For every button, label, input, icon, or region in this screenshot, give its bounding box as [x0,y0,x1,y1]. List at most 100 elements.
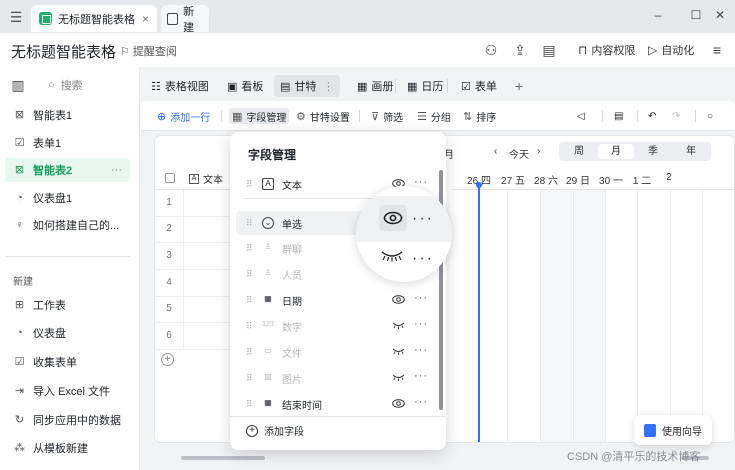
new-collect-form[interactable]: ☑ 收集表单 [5,350,130,374]
scale-week[interactable]: 周 [561,144,597,159]
tab-new[interactable]: 新建 [161,5,209,34]
field-row-date[interactable]: ⠿ ▦ 日期 ··· [236,288,440,312]
add-row-button[interactable]: ⊕ 添加一行 [157,108,210,124]
tab-untitled-smart-table[interactable]: 无标题智能表格 × [31,5,157,32]
tab-kanban[interactable]: ▣ 看板 [221,75,269,97]
add-field-button[interactable]: + 添加字段 [246,423,304,438]
close-window-button[interactable]: ✕ [712,8,728,22]
maximize-button[interactable]: ☐ [688,8,704,22]
item-more-icon[interactable]: ··· [111,164,122,176]
field-row-image[interactable]: ⠿ ▨ 图片 ··· [236,366,440,390]
field-row-end-time[interactable]: ⠿ ▦ 结束时间 ··· [236,392,440,416]
document-title[interactable]: 无标题智能表格 [11,41,116,62]
drag-handle-icon[interactable]: ⠿ [246,218,254,229]
sync-app-data[interactable]: ↻ 同步应用中的数据 [5,408,130,432]
field-more-icon[interactable]: ··· [414,370,428,382]
browser-tab-strip: ☰ 无标题智能表格 × 新建 – ☐ ✕ [0,0,735,34]
permission-button[interactable]: ⊓ 内容权限 [578,42,635,58]
eye-icon[interactable] [392,399,405,408]
undo-icon[interactable]: ↶ [648,108,656,124]
sort-button[interactable]: ⇅ 排序 [463,108,496,124]
field-more-icon[interactable]: ··· [414,396,428,408]
add-field-label: 添加字段 [264,427,304,438]
plus-circle-icon: ⊕ [157,110,167,123]
new-item-label: 从模板新建 [33,443,88,455]
share-icon[interactable]: ⇪ [511,41,529,59]
close-tab-icon[interactable]: × [142,12,149,26]
more-menu-icon[interactable]: ≡ [708,41,726,59]
comment-icon[interactable]: ▤ [540,41,558,59]
announce-icon[interactable]: ◁ [577,108,585,124]
field-more-icon[interactable]: ··· [414,292,428,304]
filter-button[interactable]: ⊽ 筛选 [371,108,403,124]
play-circle-icon: ▷ [648,43,658,57]
field-more-icon[interactable]: ··· [414,176,428,188]
gantt-settings-button[interactable]: ⚙ 甘特设置 [296,108,350,124]
sidebar-item-smart-table-1[interactable]: ⊠ 智能表1 [5,103,130,127]
add-row-icon[interactable]: + [161,353,174,366]
next-period-icon[interactable]: › [537,146,540,157]
drag-handle-icon[interactable]: ⠿ [246,269,254,280]
select-all-checkbox[interactable] [165,173,175,183]
field-row-file[interactable]: ⠿ ▭ 文件 ··· [236,340,440,364]
add-view-button[interactable]: + [509,75,529,97]
field-manage-button[interactable]: ▦ 字段管理 [229,108,290,124]
eye-closed-icon[interactable] [392,373,405,382]
field-more-icon[interactable]: ··· [414,318,428,330]
scale-quarter[interactable]: 季 [635,144,671,159]
sidebar-search[interactable]: ○ 搜索 [48,77,83,93]
drag-handle-icon[interactable]: ⠿ [246,373,254,384]
tab-more-icon[interactable]: ⋮ [323,80,334,93]
tab-album[interactable]: ▦ 画册 [351,75,399,97]
drag-handle-icon[interactable]: ⠿ [246,399,254,410]
sidebar-item-form-1[interactable]: ☑ 表单1 [5,131,130,155]
sidebar-item-dashboard-1[interactable]: ◔ 仪表盘1 [5,186,130,210]
drag-handle-icon[interactable]: ⠿ [246,347,254,358]
scale-year[interactable]: 年 [673,144,709,159]
tab-gantt[interactable]: ▤ 甘特 ⋮ [274,75,340,97]
drag-handle-icon[interactable]: ⠿ [246,321,254,332]
eye-closed-icon[interactable] [392,347,405,356]
field-row-number[interactable]: ⠿ 123 数字 ··· [236,314,440,338]
sidebar-item-label: 表单1 [33,138,62,150]
field-more-icon[interactable]: ··· [414,344,428,356]
search-icon[interactable]: ○ [707,108,713,124]
remind-review-button[interactable]: ⚐ 提醒查阅 [120,43,177,59]
eye-icon[interactable] [392,295,405,304]
minimize-button[interactable]: – [650,8,666,22]
column-header-text[interactable]: A 文本 [189,171,223,186]
tab-table-view[interactable]: ☷ 表格视图 [145,75,215,97]
new-worksheet[interactable]: ⊞ 工作表 [5,293,130,317]
horizontal-scrollbar[interactable] [181,456,265,460]
redo-icon[interactable]: ↷ [672,108,680,124]
field-label: 文件 [282,348,302,360]
import-excel[interactable]: ⇥ 导入 Excel 文件 [5,379,130,403]
scale-month[interactable]: 月 [598,144,634,159]
gear-icon: ⚙ [296,110,306,123]
group-chat-type-icon: ♙ [264,242,272,251]
prev-period-icon[interactable]: ‹ [494,146,497,157]
toolbar-divider [637,110,638,122]
sidebar-item-label: 如何搭建自己的... [33,220,120,232]
time-scale-selector: 周 月 季 年 [559,142,711,161]
eye-closed-icon[interactable] [392,321,405,330]
new-from-template[interactable]: ⁂ 从模板新建 [5,436,130,460]
drag-handle-icon[interactable]: ⠿ [246,243,254,254]
today-button[interactable]: 今天 [509,146,529,161]
app-menu-icon[interactable]: ☰ [8,9,24,25]
usage-guide-button[interactable]: 使用向导 [634,415,712,445]
lock-icon: ⊓ [578,43,588,57]
sidebar-toggle-icon[interactable]: ▥ [9,76,27,94]
sidebar-item-how-to-build[interactable]: ♀ 如何搭建自己的... [5,213,130,237]
new-dashboard[interactable]: ◔ 仪表盘 [5,321,130,345]
tab-form[interactable]: ☑ 表单 [455,75,503,97]
sidebar-item-smart-table-2[interactable]: ⊠ 智能表2 ··· [5,158,130,182]
add-user-icon[interactable]: ⚇ [482,41,500,59]
group-button[interactable]: ☰ 分组 [417,108,451,124]
drag-handle-icon[interactable]: ⠿ [246,295,254,306]
automation-button[interactable]: ▷ 自动化 [648,42,694,58]
doc-icon[interactable]: ▤ [614,108,623,124]
tab-calendar[interactable]: ▦ 日历 [401,75,449,97]
drag-handle-icon[interactable]: ⠿ [246,179,254,190]
eye-icon [383,211,403,225]
